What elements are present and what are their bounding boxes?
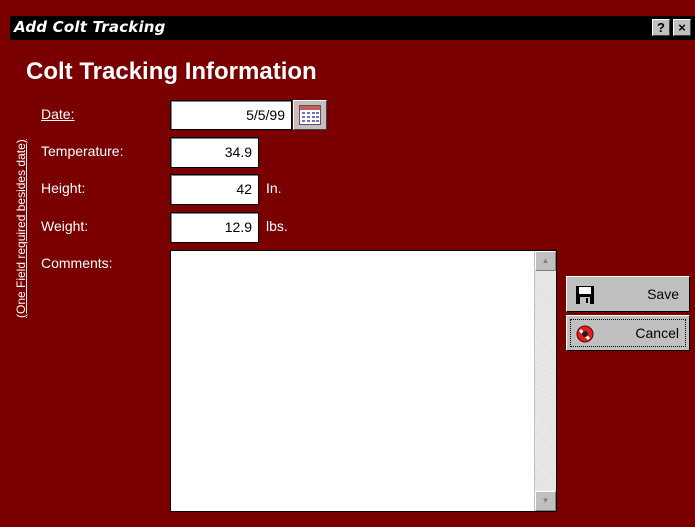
- height-label: Height:: [41, 180, 86, 196]
- cancel-icon: [576, 325, 594, 343]
- calendar-button[interactable]: [293, 100, 327, 130]
- title-bar[interactable]: Add Colt Tracking ? ×: [10, 16, 695, 40]
- required-note: (One Field required besides date): [14, 139, 28, 318]
- weight-field[interactable]: 12.9: [170, 212, 259, 243]
- cancel-button-label: Cancel: [635, 325, 679, 341]
- scroll-down-arrow-icon[interactable]: ▼: [535, 491, 556, 511]
- help-button[interactable]: ?: [652, 19, 670, 36]
- temperature-field[interactable]: 34.9: [170, 137, 259, 168]
- window-title: Add Colt Tracking: [14, 18, 166, 36]
- save-button[interactable]: Save: [566, 276, 690, 312]
- date-field[interactable]: 5/5/99: [170, 100, 292, 130]
- save-disk-icon: [576, 286, 594, 304]
- comments-label: Comments:: [41, 255, 113, 271]
- weight-label: Weight:: [41, 218, 89, 234]
- page-title: Colt Tracking Information: [26, 58, 317, 85]
- height-unit: In.: [266, 180, 282, 196]
- cancel-button[interactable]: Cancel: [566, 315, 690, 351]
- calendar-icon: [299, 105, 321, 125]
- scroll-up-arrow-icon[interactable]: ▲: [535, 251, 556, 271]
- weight-unit: lbs.: [266, 218, 288, 234]
- dialog-window: Add Colt Tracking ? × Colt Tracking Info…: [0, 0, 695, 527]
- comments-textarea[interactable]: ▲ ▼: [170, 250, 557, 512]
- height-field[interactable]: 42: [170, 174, 259, 205]
- save-button-label: Save: [647, 286, 679, 302]
- date-label: Date:: [41, 106, 75, 122]
- comments-scrollbar[interactable]: ▲ ▼: [534, 251, 556, 511]
- temperature-label: Temperature:: [41, 143, 124, 159]
- close-button[interactable]: ×: [673, 19, 691, 36]
